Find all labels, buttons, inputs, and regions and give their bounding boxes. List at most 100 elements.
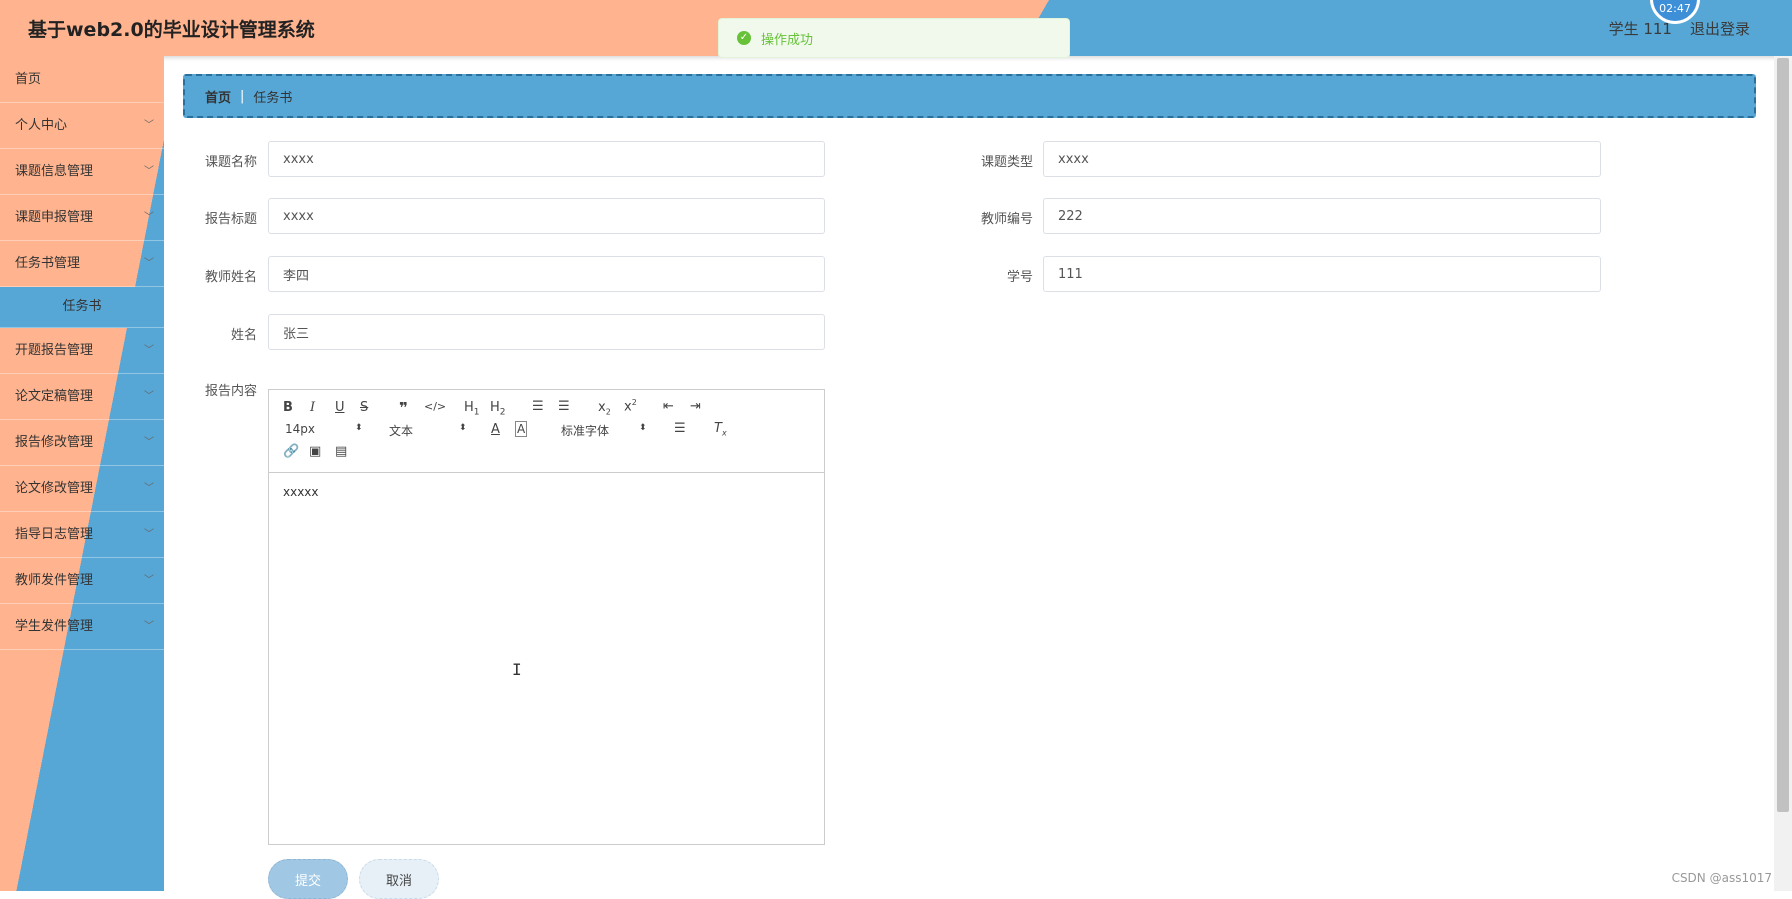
report-title-input[interactable] (268, 198, 825, 234)
report-content-label: 报告内容 (204, 384, 257, 399)
sidebar: 首页 个人中心 ﹀ 课题信息管理 ﹀ 课题申报管理 ﹀ 任务书管理 ﹀ 任务书 开题报告… (0, 56, 164, 891)
underline-icon[interactable]: U (335, 400, 345, 415)
select-arrow-icon: ⬍ (639, 423, 647, 433)
block-type-value: 文本 (389, 424, 414, 438)
chevron-down-icon: ﹀ (144, 166, 154, 177)
check-circle-icon: ✓ (737, 31, 751, 45)
align-icon[interactable]: ☰ (674, 421, 686, 436)
sidebar-item-topic-declare[interactable]: 课题申报管理 ﹀ (0, 195, 164, 241)
outdent-icon[interactable]: ⇤ (663, 399, 674, 414)
ordered-list-icon[interactable]: ☰ (532, 399, 544, 414)
subscript-icon[interactable]: x2 (598, 400, 611, 417)
success-toast: ✓ 操作成功 (718, 18, 1070, 58)
select-arrow-icon: ⬍ (459, 423, 467, 433)
heading2-icon[interactable]: H2 (490, 400, 506, 418)
sidebar-item-thesis-final[interactable]: 论文定稿管理 ﹀ (0, 374, 164, 420)
breadcrumb: 首页 | 任务书 (183, 74, 1756, 118)
submit-button[interactable]: 提交 (268, 859, 348, 899)
chevron-down-icon: ﹀ (144, 529, 154, 540)
chevron-down-icon: ﹀ (144, 437, 154, 448)
sidebar-item-report-revision[interactable]: 报告修改管理 ﹀ (0, 420, 164, 466)
sidebar-subitem-task-book[interactable]: 任务书 (0, 287, 164, 328)
sidebar-item-label: 首页 (15, 72, 42, 87)
current-user: 学生 111 (1608, 20, 1672, 38)
sidebar-item-guidance-log[interactable]: 指导日志管理 ﹀ (0, 512, 164, 558)
topic-type-label: 课题类型 (980, 155, 1033, 170)
cancel-button[interactable]: 取消 (359, 859, 439, 899)
sidebar-item-label: 学生发件管理 (15, 619, 94, 634)
heading1-icon[interactable]: H1 (464, 400, 480, 418)
blockquote-icon[interactable]: ❞ (399, 399, 408, 417)
video-icon[interactable]: ▤ (335, 444, 347, 459)
breadcrumb-separator: | (240, 88, 245, 104)
code-icon[interactable]: </> (424, 400, 446, 413)
teacher-no-input[interactable] (1043, 198, 1601, 234)
font-family-select[interactable]: 标准字体 ⬍ (561, 422, 651, 439)
background-color-icon[interactable]: A (515, 421, 528, 437)
toast-message: 操作成功 (761, 32, 814, 48)
italic-icon[interactable]: I (310, 400, 315, 415)
logout-link[interactable]: 退出登录 (1690, 18, 1750, 39)
breadcrumb-home[interactable]: 首页 (205, 87, 231, 106)
user-area: 学生 111 退出登录 (1609, 18, 1750, 39)
scrollbar-thumb[interactable] (1777, 58, 1789, 812)
bold-icon[interactable]: B (283, 400, 293, 415)
topic-name-label: 课题名称 (204, 155, 257, 170)
name-input[interactable] (268, 314, 825, 350)
chevron-down-icon: ﹀ (144, 345, 154, 356)
student-no-input[interactable] (1043, 256, 1601, 292)
name-label: 姓名 (230, 328, 257, 343)
font-size-select[interactable]: 14px ⬍ (285, 422, 365, 436)
report-title-label: 报告标题 (204, 212, 257, 227)
font-family-value: 标准字体 (561, 424, 610, 438)
teacher-name-input[interactable] (268, 256, 825, 292)
topic-type-input[interactable] (1043, 141, 1601, 177)
chevron-down-icon: ﹀ (144, 621, 154, 632)
breadcrumb-current: 任务书 (253, 90, 293, 106)
sidebar-item-label: 开题报告管理 (15, 343, 94, 358)
strikethrough-icon[interactable]: S (360, 400, 368, 415)
sidebar-item-thesis-revision[interactable]: 论文修改管理 ﹀ (0, 466, 164, 512)
bullet-list-icon[interactable]: ☰ (558, 399, 570, 414)
chevron-down-icon: ﹀ (144, 391, 154, 402)
watermark: CSDN @ass1017 (1671, 871, 1772, 885)
font-color-icon[interactable]: A (491, 422, 500, 437)
chevron-down-icon: ﹀ (144, 120, 154, 131)
link-icon[interactable]: 🔗 (283, 444, 299, 459)
block-type-select[interactable]: 文本 ⬍ (389, 422, 469, 439)
student-no-label: 学号 (1006, 270, 1033, 285)
chevron-down-icon: ﹀ (144, 483, 154, 494)
sidebar-item-label: 论文定稿管理 (15, 389, 94, 404)
editor-content[interactable]: xxxxx (269, 473, 824, 511)
sidebar-item-label: 课题申报管理 (15, 210, 94, 225)
teacher-no-label: 教师编号 (980, 212, 1033, 227)
clear-format-icon[interactable]: Tx (714, 421, 727, 438)
font-size-value: 14px (285, 422, 315, 436)
sidebar-item-teacher-outbox[interactable]: 教师发件管理 ﹀ (0, 558, 164, 604)
sidebar-item-personal-center[interactable]: 个人中心 ﹀ (0, 103, 164, 149)
select-arrow-icon: ⬍ (355, 423, 363, 433)
rich-text-editor: B I U S ❞ </> H1 H2 ☰ ☰ x2 x2 ⇤ ⇥ 14px ⬍ … (268, 389, 825, 845)
text-cursor-icon: I (512, 660, 522, 679)
app-title: 基于web2.0的毕业设计管理系统 (28, 19, 315, 41)
sidebar-item-label: 指导日志管理 (15, 527, 94, 542)
superscript-icon[interactable]: x2 (624, 398, 637, 414)
sidebar-item-label: 课题信息管理 (15, 164, 94, 179)
indent-icon[interactable]: ⇥ (690, 399, 701, 414)
sidebar-item-opening-report[interactable]: 开题报告管理 ﹀ (0, 328, 164, 374)
topic-name-input[interactable] (268, 141, 825, 177)
sidebar-item-home[interactable]: 首页 (0, 56, 164, 103)
teacher-name-label: 教师姓名 (204, 270, 257, 285)
sidebar-item-label: 论文修改管理 (15, 481, 94, 496)
sidebar-item-label: 报告修改管理 (15, 435, 94, 450)
sidebar-item-label: 任务书管理 (15, 256, 81, 271)
sidebar-item-task-book-mgmt[interactable]: 任务书管理 ﹀ (0, 241, 164, 287)
chevron-down-icon: ﹀ (144, 258, 154, 269)
sidebar-item-label: 个人中心 (15, 118, 68, 133)
vertical-scrollbar[interactable] (1774, 56, 1792, 891)
chevron-down-icon: ﹀ (144, 212, 154, 223)
image-icon[interactable]: ▣ (309, 444, 321, 459)
sidebar-item-topic-info[interactable]: 课题信息管理 ﹀ (0, 149, 164, 195)
chevron-down-icon: ﹀ (144, 575, 154, 586)
sidebar-item-student-outbox[interactable]: 学生发件管理 ﹀ (0, 604, 164, 650)
